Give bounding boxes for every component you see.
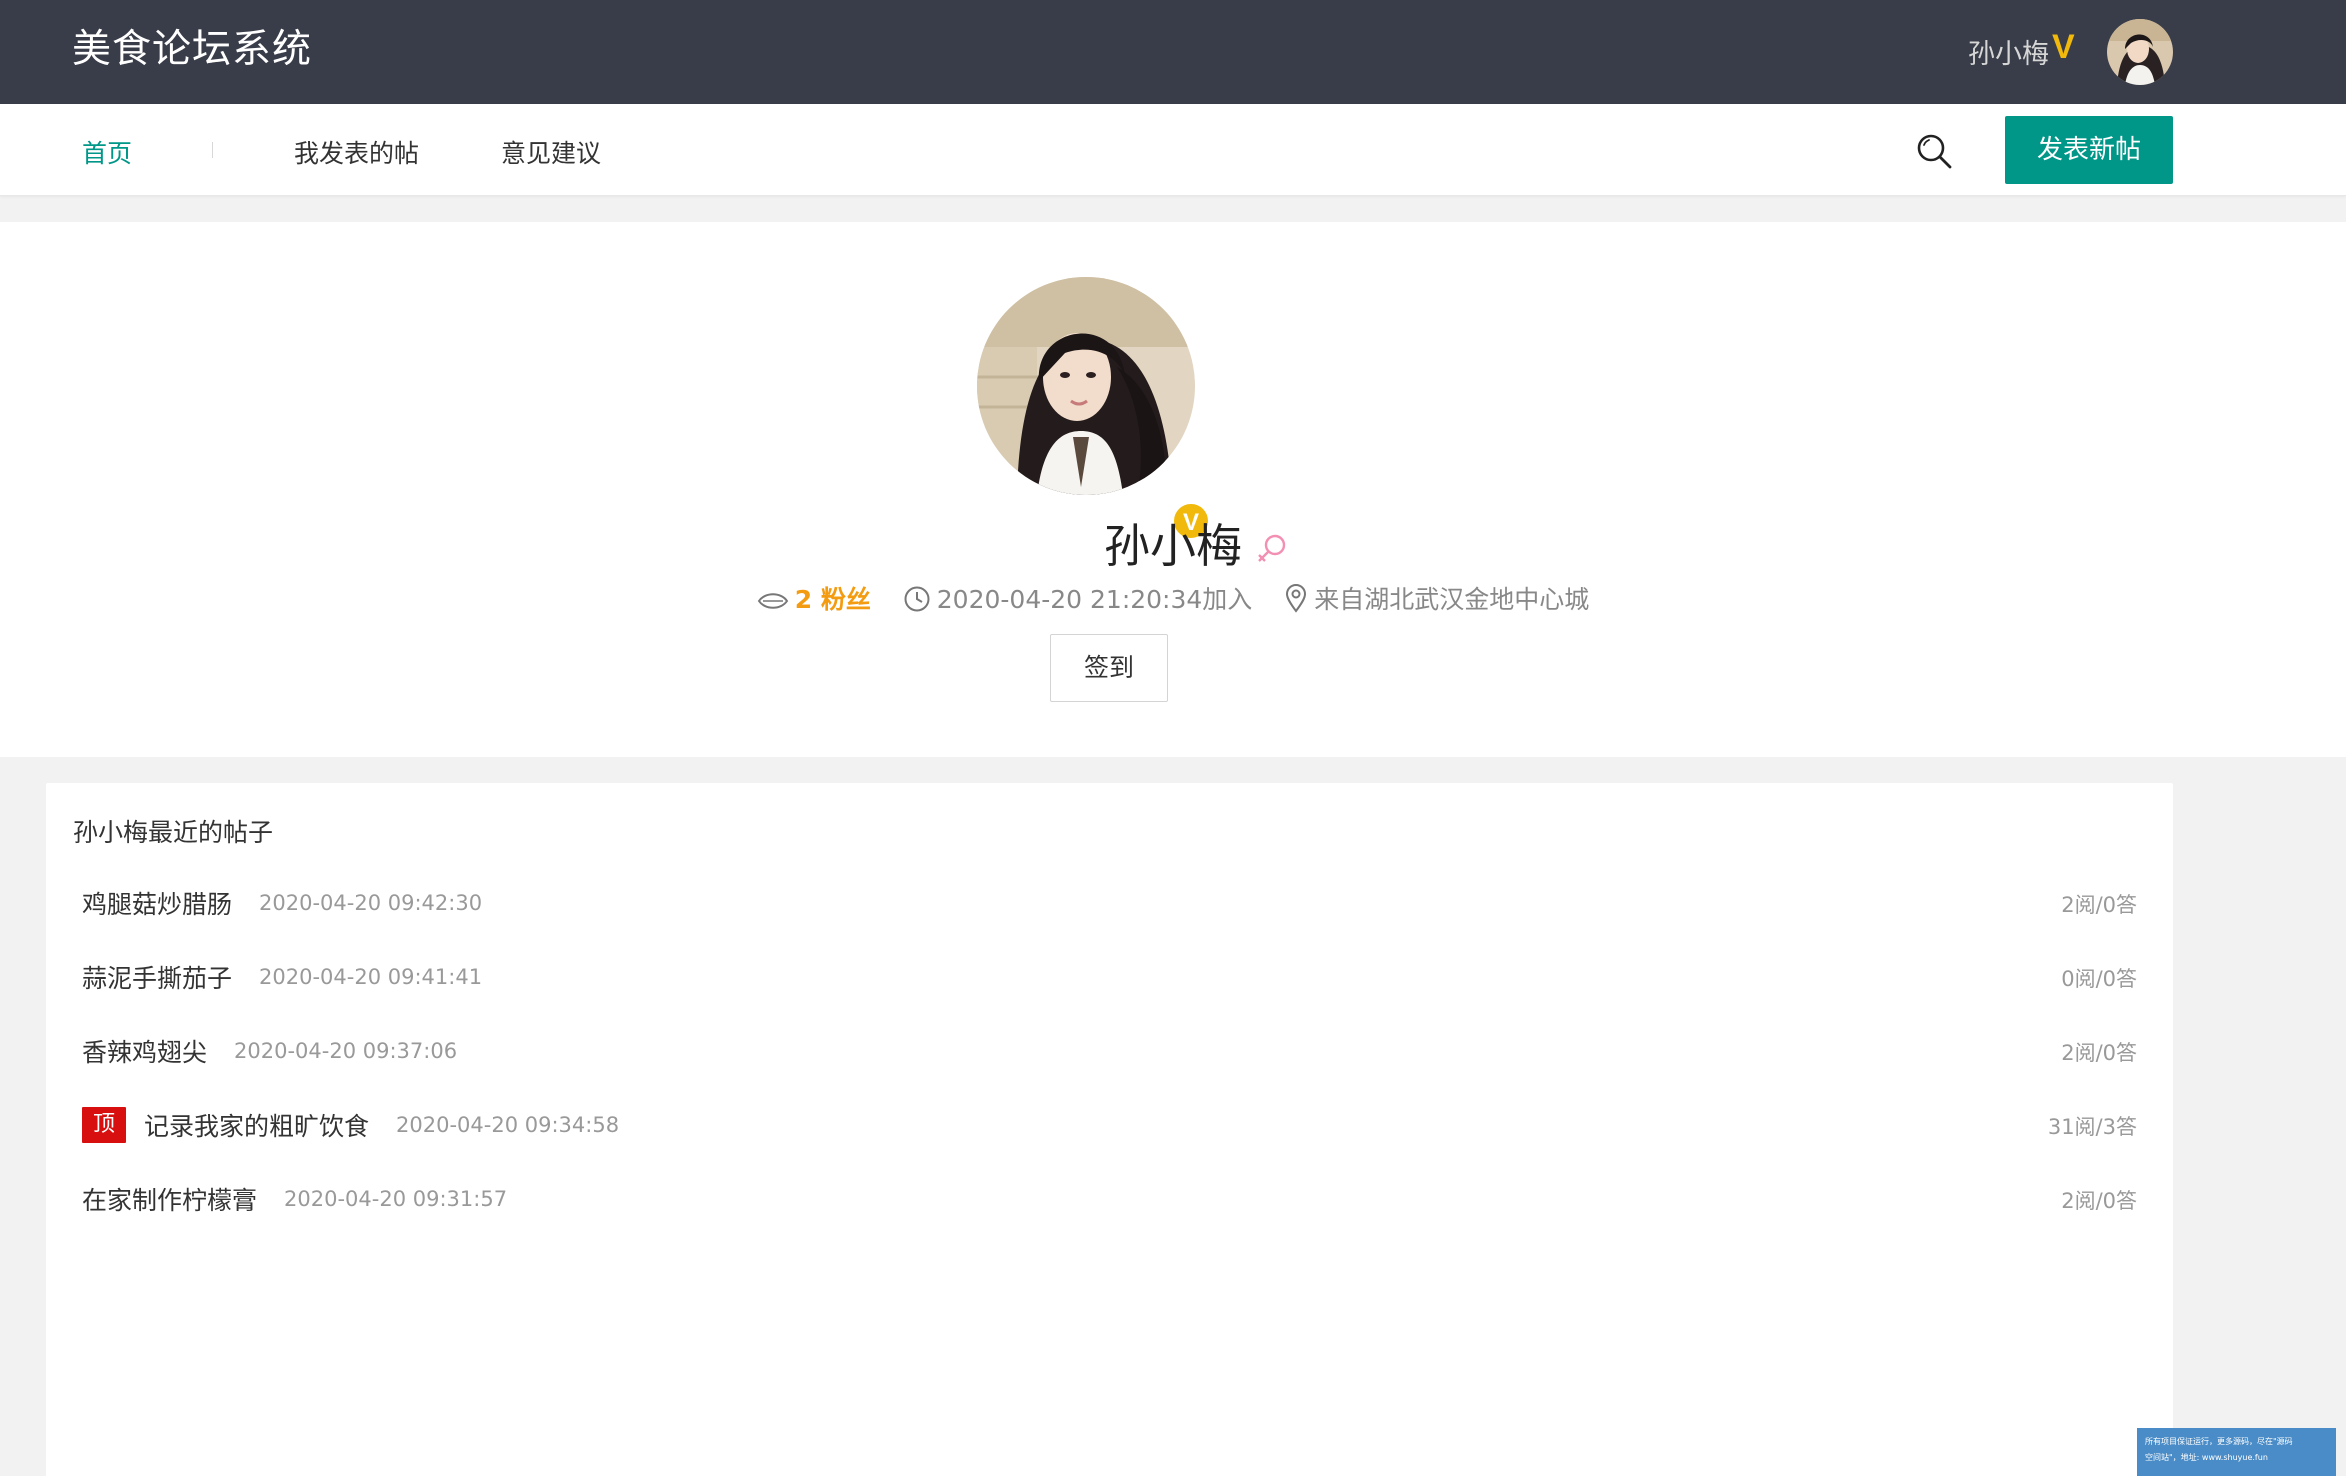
join-date: 2020-04-20 21:20:34加入 xyxy=(903,580,1253,616)
list-item: 在家制作柠檬膏 2020-04-20 09:31:57 2阅/0答 xyxy=(46,1181,2173,1255)
fans-count[interactable]: 2 粉丝 xyxy=(757,580,871,616)
post-stats: 31阅/3答 xyxy=(2047,1115,2137,1139)
list-item: 鸡腿菇炒腊肠 2020-04-20 09:42:30 2阅/0答 xyxy=(46,885,2173,959)
female-gender-icon xyxy=(1258,534,1286,562)
checkin-button[interactable]: 签到 xyxy=(1050,634,1168,702)
avatar-image xyxy=(2107,19,2173,85)
profile-avatar: V xyxy=(977,277,1210,540)
watermark-line-1: 所有项目保证运行，更多源码，尽在"源码 xyxy=(2145,1437,2293,1446)
post-stats: 2阅/0答 xyxy=(2061,1189,2137,1213)
nav-item-feedback[interactable]: 意见建议 xyxy=(501,134,601,170)
post-time: 2020-04-20 09:42:30 xyxy=(259,891,483,915)
post-title-link[interactable]: 记录我家的粗旷饮食 xyxy=(144,1107,369,1143)
post-title-link[interactable]: 蒜泥手撕茄子 xyxy=(82,959,232,995)
profile-card: V 孙小梅 2 粉丝 2020-04-20 21:20:34加入 来自湖北武汉金… xyxy=(0,222,2346,757)
join-date-text: 2020-04-20 21:20:34加入 xyxy=(936,585,1253,614)
nav-item-home[interactable]: 首页 xyxy=(82,134,132,170)
list-item: 香辣鸡翅尖 2020-04-20 09:37:06 2阅/0答 xyxy=(46,1033,2173,1107)
pinned-badge: 顶 xyxy=(82,1107,126,1143)
list-item: 蒜泥手撕茄子 2020-04-20 09:41:41 0阅/0答 xyxy=(46,959,2173,1033)
profile-avatar-image xyxy=(977,277,1195,495)
fans-label: 2 粉丝 xyxy=(794,585,871,614)
new-post-button[interactable]: 发表新帖 xyxy=(2005,116,2173,184)
post-time: 2020-04-20 09:31:57 xyxy=(284,1187,508,1211)
post-stats: 2阅/0答 xyxy=(2061,893,2137,917)
post-title-link[interactable]: 鸡腿菇炒腊肠 xyxy=(82,885,232,921)
watermark-line-2: 空间站"，地址: www.shuyue.fun xyxy=(2145,1453,2268,1462)
search-icon[interactable] xyxy=(1915,132,1953,170)
location: 来自湖北武汉金地中心城 xyxy=(1284,580,1589,616)
header-avatar[interactable] xyxy=(2107,19,2173,85)
top-header: 美食论坛系统 孙小梅 V xyxy=(0,0,2346,104)
post-stats: 0阅/0答 xyxy=(2061,967,2137,991)
post-time: 2020-04-20 09:41:41 xyxy=(259,965,483,989)
nav-divider xyxy=(212,142,213,158)
watermark: 所有项目保证运行，更多源码，尽在"源码 空间站"，地址: www.shuyue.… xyxy=(2137,1428,2336,1476)
clock-icon xyxy=(904,586,930,612)
post-time: 2020-04-20 09:37:06 xyxy=(234,1039,458,1063)
location-text: 来自湖北武汉金地中心城 xyxy=(1314,585,1590,614)
recent-posts-title: 孙小梅最近的帖子 xyxy=(73,818,274,847)
post-title-link[interactable]: 在家制作柠檬膏 xyxy=(82,1181,257,1217)
post-list: 鸡腿菇炒腊肠 2020-04-20 09:42:30 2阅/0答 蒜泥手撕茄子 … xyxy=(46,885,2173,1255)
profile-name: 孙小梅 xyxy=(1104,519,1242,573)
post-time: 2020-04-20 09:34:58 xyxy=(396,1113,620,1137)
list-item: 顶 记录我家的粗旷饮食 2020-04-20 09:34:58 31阅/3答 xyxy=(46,1107,2173,1181)
post-stats: 2阅/0答 xyxy=(2061,1041,2137,1065)
profile-meta: 2 粉丝 2020-04-20 21:20:34加入 来自湖北武汉金地中心城 xyxy=(0,580,2346,616)
nav-bar: 首页 我发表的帖 意见建议 发表新帖 xyxy=(0,104,2346,196)
header-user-name[interactable]: 孙小梅 xyxy=(1968,32,2049,71)
nav-item-my-posts[interactable]: 我发表的帖 xyxy=(294,134,419,170)
eye-icon xyxy=(757,593,788,609)
vip-badge-icon: V xyxy=(2052,28,2075,66)
location-pin-icon xyxy=(1286,583,1307,613)
post-title-link[interactable]: 香辣鸡翅尖 xyxy=(82,1033,207,1069)
site-logo[interactable]: 美食论坛系统 xyxy=(72,18,312,74)
recent-posts-panel: 孙小梅最近的帖子 鸡腿菇炒腊肠 2020-04-20 09:42:30 2阅/0… xyxy=(46,783,2173,1476)
